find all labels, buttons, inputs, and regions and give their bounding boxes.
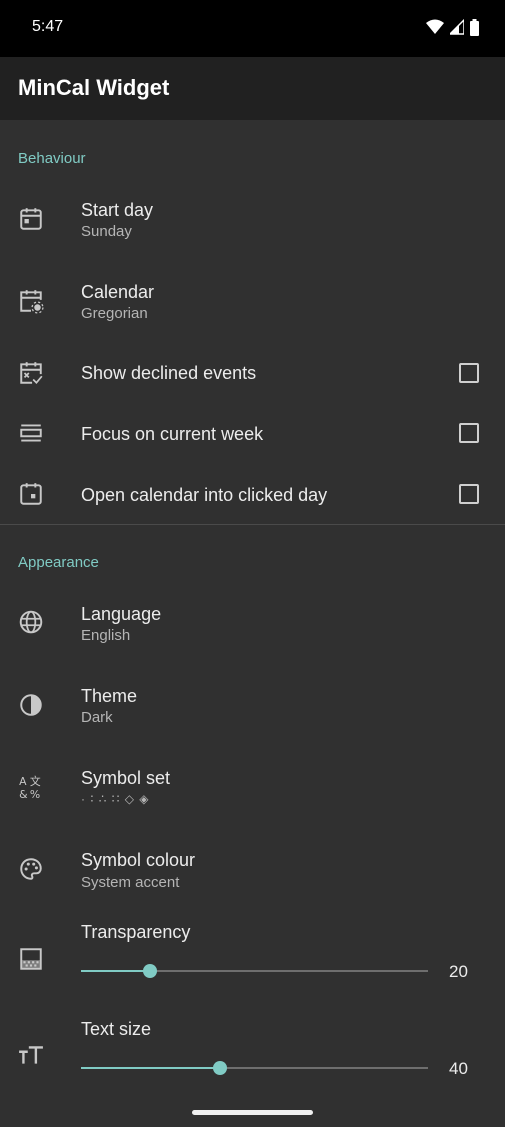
app-bar: MinCal Widget: [0, 57, 505, 120]
gesture-handle[interactable]: [192, 1110, 313, 1115]
focus-on-current-week-setting[interactable]: Focus on current week: [0, 404, 505, 462]
svg-text:%: %: [30, 788, 40, 800]
start-day-setting[interactable]: Start day Sunday: [0, 180, 505, 260]
start-day-title: Start day: [81, 200, 154, 220]
section-header-behaviour: Behaviour: [18, 150, 86, 167]
text-size-value: 40: [449, 1059, 468, 1078]
status-icons: [426, 18, 479, 36]
globe-icon: [19, 610, 43, 634]
language-setting[interactable]: Language English: [0, 584, 505, 664]
transparency-setting: Transparency 20: [0, 912, 505, 1004]
app-title: MinCal Widget: [18, 75, 170, 100]
focus-on-current-week-checkbox[interactable]: [459, 423, 479, 443]
svg-text:A: A: [19, 775, 27, 788]
battery-icon: [470, 18, 479, 36]
calendar-today-icon: [20, 208, 42, 230]
symbol-colour-title: Symbol colour: [81, 850, 196, 870]
navigation-bar: [0, 1099, 505, 1127]
status-bar: 5:47: [0, 0, 505, 57]
symbol-colour-setting[interactable]: Symbol colour System accent: [0, 830, 505, 910]
symbol-set-setting[interactable]: A 文 &% Symbol set · ∶ ∴ ∷ ◇ ◈: [0, 748, 505, 828]
calendar-day-icon: [20, 483, 42, 505]
palette-icon: [20, 858, 42, 880]
focus-on-current-week-title: Focus on current week: [81, 424, 264, 444]
transparency-value: 20: [449, 962, 468, 981]
show-declined-events-title: Show declined events: [81, 363, 257, 383]
status-time: 5:47: [32, 18, 64, 35]
wifi-icon: [426, 19, 444, 34]
transparency-title: Transparency: [81, 922, 191, 942]
section-divider: [0, 524, 505, 525]
language-value: English: [81, 627, 131, 644]
symbol-colour-value: System accent: [81, 874, 180, 891]
theme-value: Dark: [81, 709, 113, 726]
symbol-set-title: Symbol set: [81, 768, 171, 788]
calendar-value: Gregorian: [81, 305, 148, 322]
show-declined-events-setting[interactable]: Show declined events: [0, 344, 505, 402]
open-calendar-clicked-day-title: Open calendar into clicked day: [81, 485, 328, 505]
section-header-appearance: Appearance: [18, 554, 99, 571]
contrast-icon: [20, 694, 42, 716]
show-declined-events-checkbox[interactable]: [459, 363, 479, 383]
opacity-icon: [20, 948, 42, 970]
svg-text:文: 文: [30, 774, 41, 788]
text-size-slider-thumb[interactable]: [213, 1061, 227, 1075]
calendar-setting[interactable]: Calendar Gregorian: [0, 262, 505, 342]
transparency-slider[interactable]: [81, 964, 428, 978]
text-size-title: Text size: [81, 1019, 152, 1039]
open-calendar-clicked-day-checkbox[interactable]: [459, 484, 479, 504]
text-size-slider-fill: [81, 1067, 220, 1069]
event-declined-icon: [20, 362, 43, 385]
view-week-icon: [20, 424, 42, 442]
transparency-slider-fill: [81, 970, 150, 972]
symbol-set-value: · ∶ ∴ ∷ ◇ ◈: [81, 792, 150, 806]
theme-title: Theme: [81, 686, 138, 706]
transparency-slider-thumb[interactable]: [143, 964, 157, 978]
theme-setting[interactable]: Theme Dark: [0, 666, 505, 746]
language-title: Language: [81, 604, 162, 624]
open-calendar-clicked-day-setting[interactable]: Open calendar into clicked day: [0, 465, 505, 523]
text-size-setting: Text size 40: [0, 1008, 505, 1098]
text-size-icon: [19, 1046, 43, 1064]
text-size-slider[interactable]: [81, 1061, 428, 1075]
calendar-title: Calendar: [81, 282, 155, 302]
svg-text:&: &: [19, 788, 28, 800]
calendar-settings-icon: [20, 290, 44, 314]
cellular-signal-icon: [450, 19, 464, 35]
start-day-value: Sunday: [81, 223, 132, 240]
symbols-icon: A 文&%: [19, 774, 41, 800]
